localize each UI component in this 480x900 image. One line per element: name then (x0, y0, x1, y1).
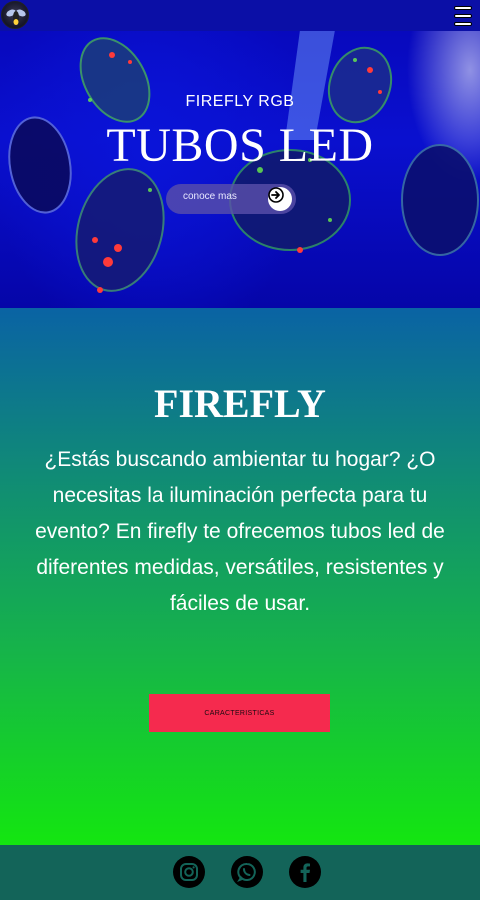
section-description: ¿Estás buscando ambientar tu hogar? ¿O n… (35, 448, 445, 615)
arrow-right-icon (268, 187, 292, 211)
hero-banner: FIREFLY RGB TUBOS LED conoce mas (0, 0, 480, 308)
conoce-mas-label: conoce mas (183, 191, 237, 202)
conoce-mas-button[interactable]: conoce mas (166, 184, 296, 214)
top-navbar (0, 0, 480, 31)
info-section: FIREFLY ¿Estás buscando ambientar tu hog… (0, 308, 480, 845)
whatsapp-icon[interactable] (231, 856, 263, 888)
hero-title: TUBOS LED (106, 119, 374, 172)
instagram-icon[interactable] (173, 856, 205, 888)
section-title: FIREFLY (154, 381, 326, 426)
caracteristicas-button[interactable]: CARACTERISTICAS (149, 694, 330, 732)
hamburger-menu-icon[interactable] (454, 6, 472, 26)
hero-subtitle: FIREFLY RGB (185, 93, 295, 110)
firefly-logo-icon[interactable] (1, 1, 29, 29)
facebook-icon[interactable] (289, 856, 321, 888)
footer (0, 845, 480, 900)
